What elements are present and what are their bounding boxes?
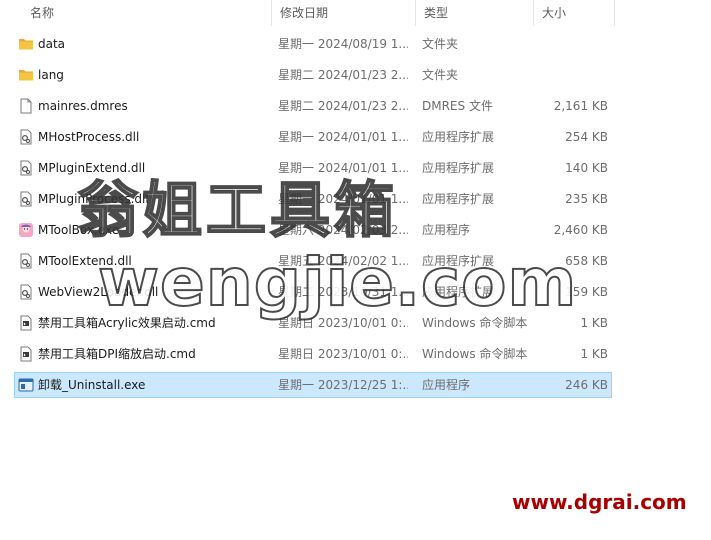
file-name: data xyxy=(38,37,66,51)
file-size: 2,161 KB xyxy=(553,99,608,113)
file-name: 禁用工具箱DPI缩放启动.cmd xyxy=(38,347,196,361)
dll-icon xyxy=(18,253,34,269)
file-type: DMRES 文件 xyxy=(422,99,493,113)
file-row[interactable]: lang 星期二 2024/01/23 2... 文件夹 xyxy=(14,62,612,88)
file-row[interactable]: MHostProcess.dll 星期一 2024/01/01 1... 应用程序扩… xyxy=(14,124,612,150)
file-name: lang xyxy=(38,68,64,82)
file-date: 星期日 2023/10/01 0:... xyxy=(278,347,408,361)
cmd-icon xyxy=(18,315,34,331)
column-header-type[interactable]: 类型 xyxy=(416,0,533,26)
dll-icon xyxy=(18,191,34,207)
file-type: 文件夹 xyxy=(422,37,459,51)
file-date: 星期一 2023/12/25 1:... xyxy=(278,378,408,392)
column-header-size[interactable]: 大小 xyxy=(534,0,614,26)
watermark-site: www.dgrai.com xyxy=(512,490,687,514)
uninstall-app-icon xyxy=(18,377,34,393)
watermark-title: 翁姐工具箱 xyxy=(77,175,398,247)
file-size xyxy=(532,32,608,56)
file-type: 应用程序扩展 xyxy=(422,161,495,175)
file-row[interactable]: data 星期一 2024/08/19 1... 文件夹 xyxy=(14,31,612,57)
file-type: 应用程序 xyxy=(422,223,471,237)
file-date: 星期一 2024/08/19 1... xyxy=(278,37,408,51)
dll-icon xyxy=(18,129,34,145)
column-header-name[interactable]: 名称 xyxy=(22,0,272,26)
file-size: 246 KB xyxy=(565,378,608,392)
file-row[interactable]: 卸载_Uninstall.exe 星期一 2023/12/25 1:... 应用程序… xyxy=(14,372,612,398)
file-size: 140 KB xyxy=(565,161,608,175)
column-header-date[interactable]: 修改日期 xyxy=(272,0,415,26)
column-header-bar: ^ 名称 修改日期 类型 大小 xyxy=(0,0,711,26)
file-name: mainres.dmres xyxy=(38,99,128,113)
file-size: 2,460 KB xyxy=(553,223,608,237)
file-type: 应用程序扩展 xyxy=(422,192,495,206)
dll-icon xyxy=(18,160,34,176)
dll-icon xyxy=(18,284,34,300)
watermark-domain: wengjie.com xyxy=(97,243,578,322)
cmd-icon xyxy=(18,346,34,362)
file-type: 应用程序扩展 xyxy=(422,130,495,144)
folder-icon xyxy=(18,67,34,83)
file-size: 1 KB xyxy=(580,347,608,361)
file-size xyxy=(532,63,608,87)
file-name: 卸载_Uninstall.exe xyxy=(38,378,146,392)
file-date: 星期一 2024/01/01 1... xyxy=(278,130,408,144)
file-date: 星期二 2024/01/23 2... xyxy=(278,68,408,82)
folder-icon xyxy=(18,36,34,52)
column-divider[interactable] xyxy=(614,0,615,26)
file-type: 文件夹 xyxy=(422,68,459,82)
file-name: MHostProcess.dll xyxy=(38,130,140,144)
file-type: Windows 命令脚本 xyxy=(422,347,528,361)
app-icon xyxy=(18,222,34,238)
file-type: 应用程序 xyxy=(422,378,471,392)
file-row[interactable]: mainres.dmres 星期二 2024/01/23 2... DMRES 文件… xyxy=(14,93,612,119)
file-icon xyxy=(18,98,34,114)
file-size: 254 KB xyxy=(565,130,608,144)
file-date: 星期二 2024/01/23 2... xyxy=(278,99,408,113)
file-row[interactable]: 禁用工具箱DPI缩放启动.cmd 星期日 2023/10/01 0:... Wind… xyxy=(14,341,612,367)
file-size: 235 KB xyxy=(565,192,608,206)
